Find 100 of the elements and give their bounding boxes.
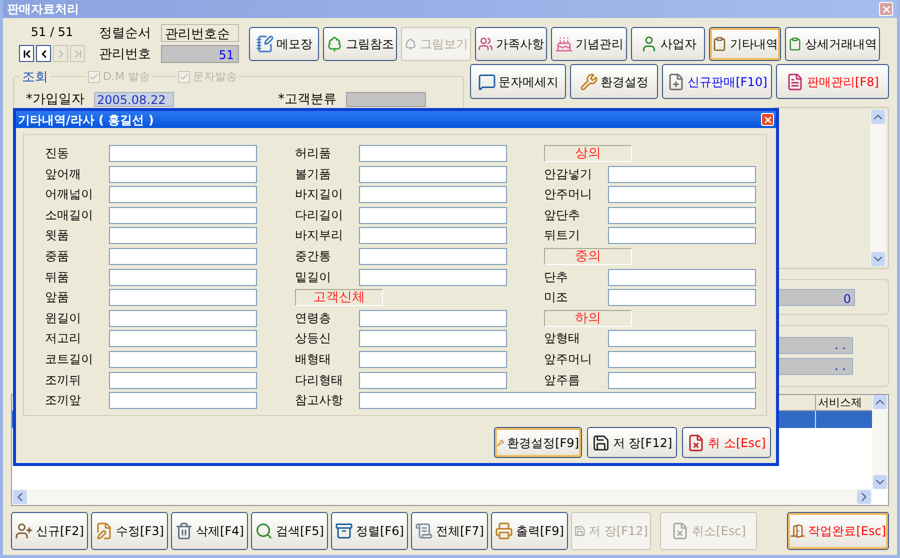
record-counter: 51 / 51 — [30, 24, 74, 41]
toolbar-button[interactable]: 신규판매[F10] — [662, 64, 772, 99]
section-label: 중의 — [544, 248, 632, 265]
scroll-up-icon[interactable] — [871, 110, 885, 124]
toolbar-button[interactable]: 저 장[F12] — [587, 427, 677, 458]
toolbar-button[interactable]: 신규[F2] — [11, 512, 88, 550]
field-label: 다리길이 — [295, 206, 344, 224]
toolbar-button[interactable]: 그림참조 — [323, 27, 397, 61]
field-label: 다리형태 — [295, 372, 344, 389]
field-label: *고객분류 — [278, 90, 338, 108]
scroll-icon — [415, 522, 434, 540]
input-field[interactable] — [359, 330, 507, 348]
input-field[interactable] — [608, 350, 756, 368]
message-icon — [478, 72, 496, 90]
file-x-icon — [687, 434, 706, 452]
input-field[interactable] — [608, 289, 756, 306]
input-field[interactable] — [359, 350, 507, 368]
toolbar-button[interactable]: 삭제[F4] — [171, 512, 248, 550]
section-label: 고객신체 — [295, 289, 383, 306]
input-field[interactable] — [359, 372, 507, 389]
input-field[interactable] — [109, 145, 257, 162]
input-field[interactable] — [608, 206, 756, 224]
input-field[interactable] — [109, 350, 257, 368]
input-field[interactable] — [109, 227, 257, 244]
toolbar-button[interactable]: 기념관리 — [551, 27, 627, 61]
toolbar-button[interactable]: 검색[F5] — [251, 512, 328, 550]
toolbar-button[interactable]: 취 소[Esc] — [682, 427, 771, 458]
input-field[interactable] — [109, 310, 257, 327]
people-icon — [478, 35, 493, 53]
toolbar-button[interactable]: 수정[F3] — [91, 512, 168, 550]
input-field[interactable] — [109, 289, 257, 306]
input-field[interactable] — [359, 206, 507, 224]
input-field[interactable] — [359, 268, 507, 286]
input-field[interactable] — [359, 186, 507, 204]
vertical-scrollbar[interactable] — [870, 110, 886, 266]
toolbar-button[interactable]: 환경설정[F9] — [494, 427, 582, 458]
tree-icon — [326, 35, 343, 53]
close-button[interactable] — [761, 113, 774, 126]
toolbar-button[interactable]: 판매관리[F8] — [776, 64, 889, 99]
toolbar-button[interactable]: 작업완료[Esc] — [787, 512, 889, 550]
toolbar-button[interactable]: 상세거래내역 — [785, 27, 880, 61]
scroll-down-icon[interactable] — [873, 475, 887, 489]
scroll-down-icon[interactable] — [871, 252, 885, 266]
input-field[interactable] — [109, 166, 257, 183]
vertical-scrollbar[interactable] — [872, 395, 888, 489]
scroll-right-icon[interactable] — [857, 490, 871, 504]
checkbox-label: D.M 발송 — [103, 69, 150, 85]
input-field[interactable] — [359, 145, 507, 162]
field-label: 뒤품 — [45, 268, 70, 286]
toolbar-button[interactable]: 기타내역 — [709, 27, 781, 61]
select-field[interactable] — [346, 92, 426, 107]
input-field[interactable] — [608, 186, 756, 204]
input-field[interactable] — [608, 372, 756, 389]
date-field[interactable]: 2005.08.22 — [94, 92, 174, 107]
horizontal-scrollbar[interactable] — [12, 489, 872, 505]
close-button[interactable] — [879, 2, 893, 16]
section-label: 상의 — [544, 145, 632, 162]
field-label: 중품 — [45, 248, 70, 265]
input-field[interactable] — [608, 227, 756, 244]
input-field[interactable] — [109, 206, 257, 224]
field-label: 참고사항 — [295, 392, 344, 410]
input-field[interactable] — [359, 392, 756, 410]
input-field[interactable] — [109, 372, 257, 389]
cake-icon — [554, 35, 572, 53]
field-label: 조끼뒤 — [45, 372, 82, 389]
close-icon — [762, 114, 772, 124]
field-label: 안주머니 — [544, 186, 593, 204]
field-label: 밑길이 — [295, 268, 332, 286]
input-field[interactable] — [109, 330, 257, 348]
input-field[interactable] — [608, 268, 756, 286]
toolbar-button[interactable]: 환경설정 — [570, 64, 658, 99]
input-field[interactable] — [109, 248, 257, 265]
field-label: 앞형태 — [544, 330, 581, 348]
scroll-left-icon[interactable] — [13, 490, 27, 504]
input-field[interactable] — [359, 166, 507, 183]
check-icon — [178, 72, 189, 82]
toolbar-button[interactable]: 전체[F7] — [411, 512, 488, 550]
toolbar-button[interactable]: 가족사항 — [475, 27, 547, 61]
document-icon — [786, 72, 804, 90]
field-label: 볼기품 — [295, 166, 332, 183]
toolbar-button[interactable]: 사업자 — [631, 27, 705, 61]
toolbar-button[interactable]: 출력[F9] — [491, 512, 568, 550]
toolbar-button[interactable]: 메모장 — [249, 27, 319, 61]
toolbar-button[interactable]: 정렬[F6] — [331, 512, 408, 550]
input-field[interactable] — [608, 330, 756, 348]
input-field[interactable] — [608, 166, 756, 183]
input-field[interactable] — [359, 248, 507, 265]
nav-button[interactable] — [36, 45, 51, 62]
scroll-up-icon[interactable] — [873, 395, 887, 409]
input-field[interactable] — [109, 186, 257, 204]
toolbar-button[interactable]: 문자메세지 — [470, 64, 566, 99]
nav-button[interactable] — [19, 45, 34, 62]
input-field[interactable] — [359, 227, 507, 244]
field-label: 배형태 — [295, 350, 332, 368]
field-label: 어깨넓이 — [45, 186, 94, 204]
input-field[interactable] — [359, 310, 507, 327]
input-field[interactable] — [109, 392, 257, 410]
input-field[interactable] — [109, 268, 257, 286]
check-icon — [89, 72, 99, 82]
printer-icon — [495, 522, 514, 540]
